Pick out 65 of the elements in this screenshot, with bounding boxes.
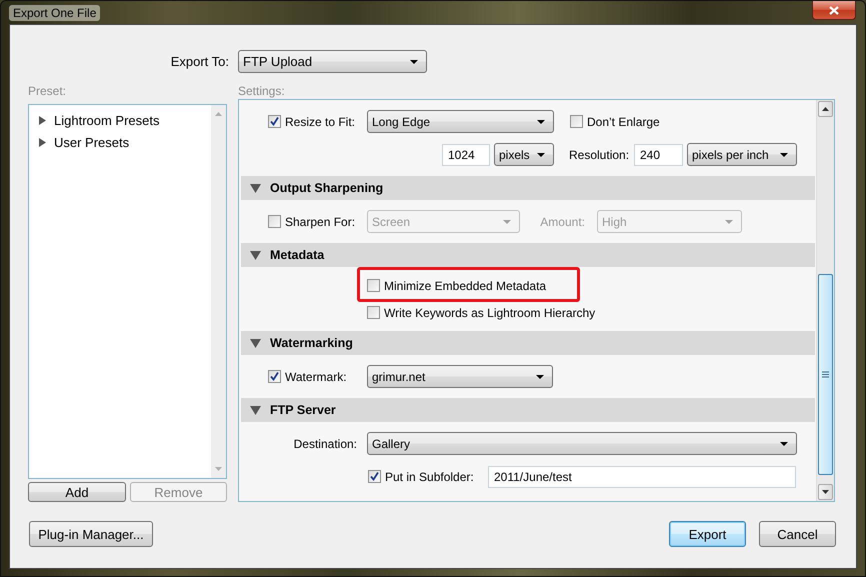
caret-icon <box>537 120 545 124</box>
tree-item[interactable]: User Presets <box>38 131 211 153</box>
checkbox[interactable] <box>367 306 380 319</box>
export-to-label: Export To: <box>170 54 229 69</box>
dropdown[interactable]: FTP Upload <box>238 50 427 73</box>
checkbox-label: Minimize Embedded Metadata <box>384 278 546 292</box>
field-label: Destination: <box>292 436 357 450</box>
caret-icon <box>410 60 418 64</box>
scroll-down-icon <box>822 490 829 494</box>
dropdown[interactable]: pixels per inch <box>687 143 797 166</box>
dropdown[interactable]: Long Edge <box>367 110 554 133</box>
settings-label: Settings: <box>238 84 286 98</box>
section-header[interactable]: Output Sharpening <box>241 176 815 200</box>
caret-icon <box>780 152 788 156</box>
collapse-triangle-icon <box>250 250 261 260</box>
checkbox-label: Watermark: <box>285 370 347 384</box>
window-title: Export One File <box>9 4 100 20</box>
close-icon <box>829 6 839 14</box>
tree-item[interactable]: Lightroom Presets <box>38 109 211 131</box>
caret-icon <box>503 220 511 224</box>
checkbox-label: Write Keywords as Lightroom Hierarchy <box>384 306 596 320</box>
checkbox[interactable] <box>367 279 380 292</box>
collapse-triangle-icon <box>250 338 261 348</box>
checkmark-icon <box>369 471 380 482</box>
dropdown[interactable]: Gallery <box>367 432 797 455</box>
checkbox[interactable] <box>570 115 583 128</box>
dropdown[interactable]: grimur.net <box>367 365 553 388</box>
section-header[interactable]: FTP Server <box>241 398 815 422</box>
close-button[interactable] <box>812 1 856 20</box>
checkbox[interactable] <box>268 215 281 228</box>
input-field[interactable]: 2011/June/test <box>488 466 796 488</box>
scroll-up-icon <box>822 107 829 111</box>
expand-triangle-icon <box>38 116 47 124</box>
dropdown[interactable]: pixels <box>494 143 554 166</box>
caret-icon <box>536 374 544 378</box>
checkbox[interactable] <box>268 115 281 128</box>
dialog-button[interactable]: Plug-in Manager... <box>29 521 153 547</box>
collapse-triangle-icon <box>250 184 261 192</box>
dialog-button[interactable]: Export <box>669 521 746 547</box>
section-header[interactable]: Watermarking <box>241 331 815 355</box>
checkbox[interactable] <box>268 370 281 383</box>
checkmark-icon <box>269 371 280 382</box>
dialog-button[interactable]: Cancel <box>759 521 836 547</box>
checkbox-label: Don’t Enlarge <box>587 114 660 128</box>
caret-icon <box>780 442 788 446</box>
grip-icon <box>822 371 829 378</box>
checkbox-label: Resize to Fit: <box>285 114 356 128</box>
preset-button[interactable]: Add <box>28 482 126 502</box>
scrollbar[interactable] <box>816 100 834 501</box>
section-header[interactable]: Metadata <box>241 243 815 267</box>
scroll-down-icon <box>215 467 222 471</box>
input-field[interactable]: 240 <box>634 144 683 166</box>
scroll-up-icon <box>215 112 222 116</box>
expand-triangle-icon <box>38 138 47 146</box>
checkbox-label: Put in Subfolder: <box>385 470 474 484</box>
scrollbar[interactable] <box>211 105 226 478</box>
input-field[interactable]: 1024 <box>442 144 490 166</box>
checkbox-label: Sharpen For: <box>285 214 356 228</box>
preset-label: Preset: <box>28 84 68 98</box>
checkbox[interactable] <box>368 470 381 483</box>
collapse-triangle-icon <box>250 406 261 414</box>
field-label: Amount: <box>539 214 585 228</box>
caret-icon <box>537 152 545 156</box>
caret-icon <box>725 220 733 224</box>
checkmark-icon <box>269 116 280 127</box>
